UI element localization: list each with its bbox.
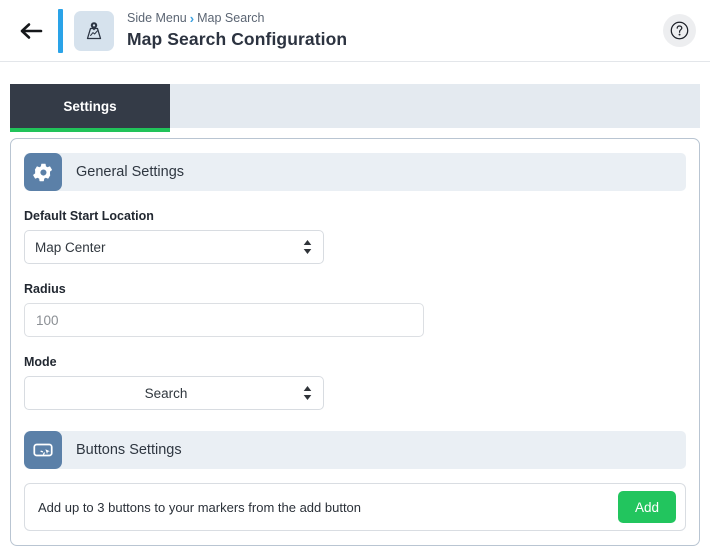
updown-arrows-icon	[301, 385, 313, 401]
field-radius: Radius	[24, 282, 686, 337]
buttons-settings-header: Buttons Settings	[24, 431, 686, 469]
general-settings-header: General Settings	[24, 153, 686, 191]
chevron-right-icon: ›	[189, 10, 195, 26]
breadcrumb-parent[interactable]: Side Menu	[127, 11, 187, 26]
updown-arrows-icon	[301, 239, 313, 255]
arrow-left-icon	[19, 21, 43, 41]
tabbar: Settings	[10, 84, 700, 132]
back-button[interactable]	[14, 14, 48, 48]
default-start-location-label: Default Start Location	[24, 209, 154, 223]
mode-label: Mode	[24, 355, 57, 369]
field-default-start-location: Default Start Location Map Center	[24, 209, 686, 264]
tabbar-container: Settings	[0, 62, 710, 132]
button-click-icon	[24, 431, 62, 469]
tab-settings-label: Settings	[63, 98, 117, 114]
radius-input[interactable]	[24, 303, 424, 337]
tab-settings[interactable]: Settings	[10, 84, 170, 132]
buttons-settings-title: Buttons Settings	[76, 442, 182, 458]
buttons-info-text: Add up to 3 buttons to your markers from…	[38, 499, 362, 515]
general-settings-title: General Settings	[76, 164, 185, 180]
buttons-info-row: Add up to 3 buttons to your markers from…	[24, 483, 686, 531]
help-button[interactable]	[663, 14, 696, 47]
field-mode: Mode Search	[24, 355, 686, 410]
default-start-location-select[interactable]: Map Center	[24, 230, 324, 264]
content-area: General Settings Default Start Location …	[0, 128, 710, 546]
breadcrumb: Side Menu › Map Search	[127, 11, 663, 26]
header-accent-bar	[58, 8, 63, 53]
page-header: Side Menu › Map Search Map Search Config…	[0, 0, 710, 62]
radius-label: Radius	[24, 282, 66, 296]
page-title: Map Search Configuration	[127, 28, 348, 49]
question-circle-icon	[669, 20, 690, 41]
map-pin-icon	[74, 10, 114, 51]
gear-icon	[24, 153, 62, 191]
default-start-location-value: Map Center	[35, 239, 106, 255]
header-titles: Side Menu › Map Search Map Search Config…	[127, 11, 663, 51]
breadcrumb-current[interactable]: Map Search	[197, 11, 264, 26]
settings-card: General Settings Default Start Location …	[10, 138, 700, 546]
mode-select[interactable]: Search	[24, 376, 324, 410]
add-button[interactable]: Add	[618, 491, 676, 523]
mode-value: Search	[144, 385, 188, 401]
